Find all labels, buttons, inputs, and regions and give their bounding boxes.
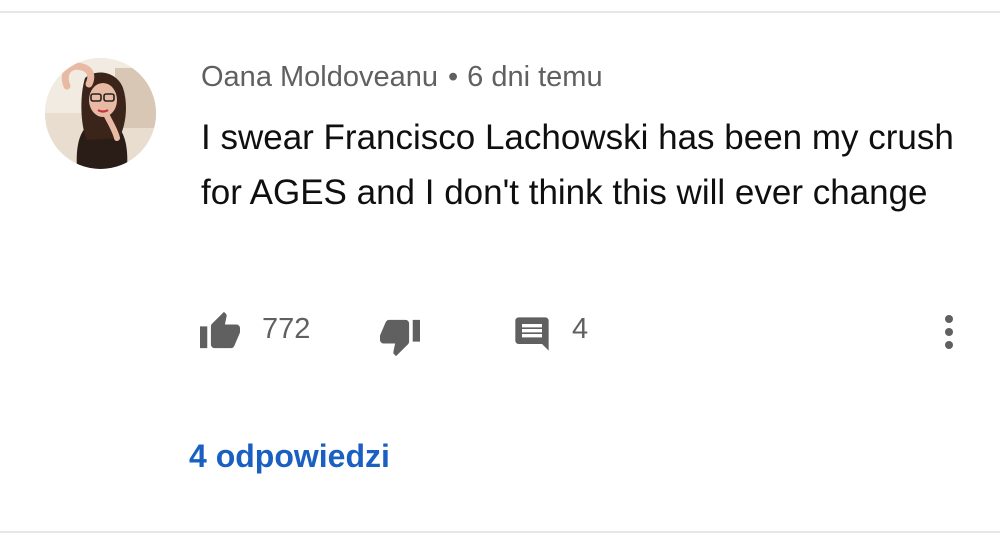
meta-separator: • <box>448 61 459 93</box>
comment-text: I swear Francisco Lachowski has been my … <box>201 118 954 212</box>
dislike-button[interactable] <box>378 318 424 360</box>
avatar[interactable] <box>45 58 156 169</box>
like-button[interactable] <box>198 310 248 352</box>
top-divider <box>0 11 1000 13</box>
reply-count: 4 <box>572 313 589 345</box>
thumbs-down-icon <box>380 319 420 357</box>
comment-icon <box>515 317 549 351</box>
more-options-button[interactable] <box>938 312 960 354</box>
avatar-photo <box>45 58 156 169</box>
comment-card: Oana Moldoveanu • 6 dni temu I swear Franc… <box>0 0 1000 541</box>
comment-timestamp: 6 dni temu <box>467 61 603 93</box>
more-vertical-icon <box>945 315 953 349</box>
thumbs-up-icon <box>200 311 240 349</box>
view-replies-link[interactable]: 4 odpowiedzi <box>189 436 390 476</box>
author-name[interactable]: Oana Moldoveanu <box>201 61 438 93</box>
reply-button[interactable] <box>512 314 554 356</box>
comment-meta: Oana Moldoveanu • 6 dni temu <box>201 60 603 94</box>
bottom-divider <box>0 531 1000 533</box>
like-count: 772 <box>262 313 311 345</box>
